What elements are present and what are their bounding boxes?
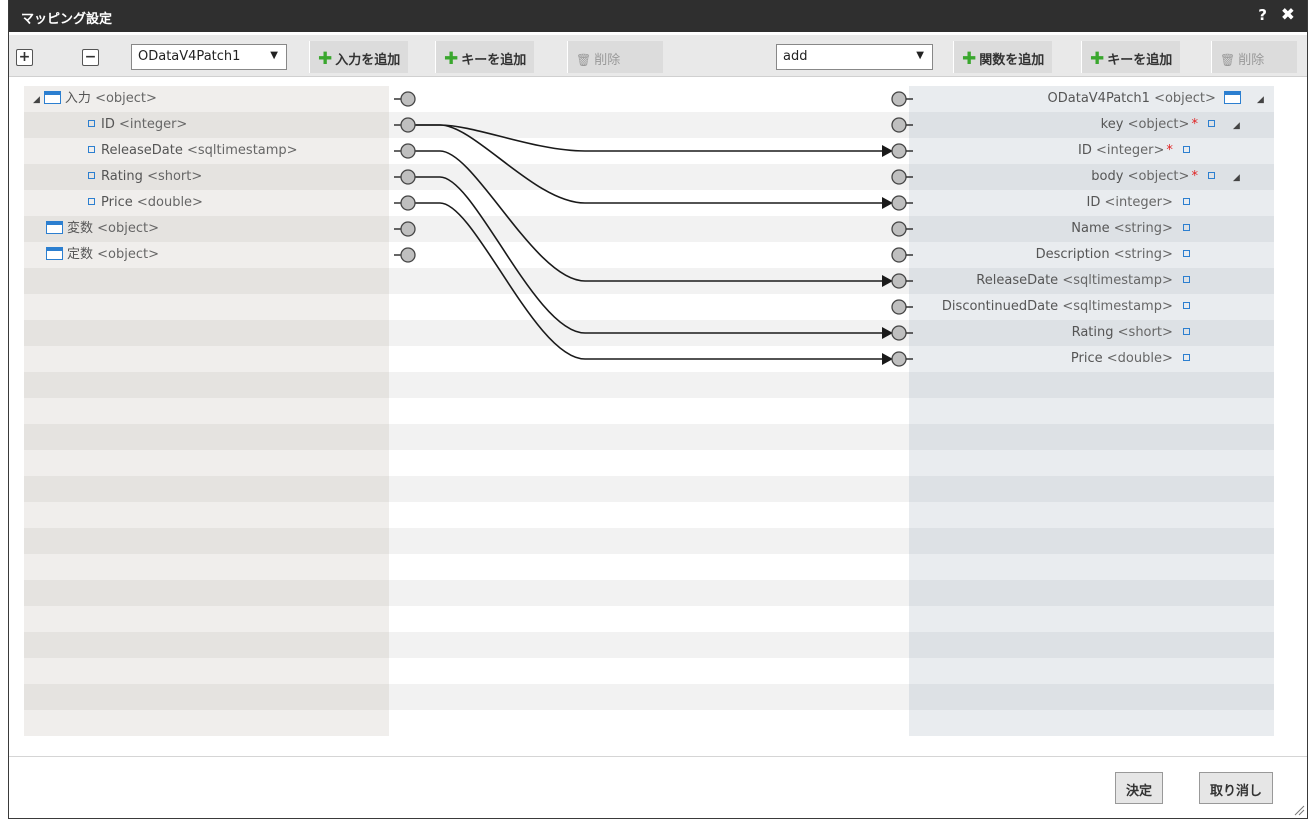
arrow-head-icon	[882, 275, 893, 287]
cancel-button[interactable]: 取り消し	[1199, 772, 1274, 804]
source-port[interactable]	[400, 91, 416, 107]
target-port[interactable]	[891, 221, 907, 237]
source-port[interactable]	[400, 221, 416, 237]
source-port[interactable]	[400, 117, 416, 133]
resize-grip-icon[interactable]	[1293, 804, 1305, 816]
target-port[interactable]	[891, 273, 907, 289]
target-port[interactable]	[891, 325, 907, 341]
source-port[interactable]	[400, 143, 416, 159]
mapping-line[interactable]	[415, 176, 882, 334]
arrow-head-icon	[882, 197, 893, 209]
target-port[interactable]	[891, 351, 907, 367]
arrow-head-icon	[882, 353, 893, 365]
target-port[interactable]	[891, 169, 907, 185]
target-port[interactable]	[891, 247, 907, 263]
mapping-line[interactable]	[415, 124, 882, 204]
arrow-head-icon	[882, 145, 893, 157]
target-port[interactable]	[891, 117, 907, 133]
mapping-dialog: マッピング設定 ? ✖ + − ODataV4Patch1 ▼ ✚ 入力を追加 ✚…	[8, 0, 1308, 819]
source-port[interactable]	[400, 247, 416, 263]
mapping-lines-canvas[interactable]	[9, 0, 1309, 819]
target-port[interactable]	[891, 195, 907, 211]
source-port[interactable]	[400, 195, 416, 211]
mapping-line[interactable]	[415, 150, 882, 282]
target-port[interactable]	[891, 299, 907, 315]
arrow-head-icon	[882, 327, 893, 339]
footer-divider	[9, 756, 1307, 757]
ok-button[interactable]: 決定	[1115, 772, 1164, 804]
target-port[interactable]	[891, 143, 907, 159]
target-port[interactable]	[891, 91, 907, 107]
source-port[interactable]	[400, 169, 416, 185]
